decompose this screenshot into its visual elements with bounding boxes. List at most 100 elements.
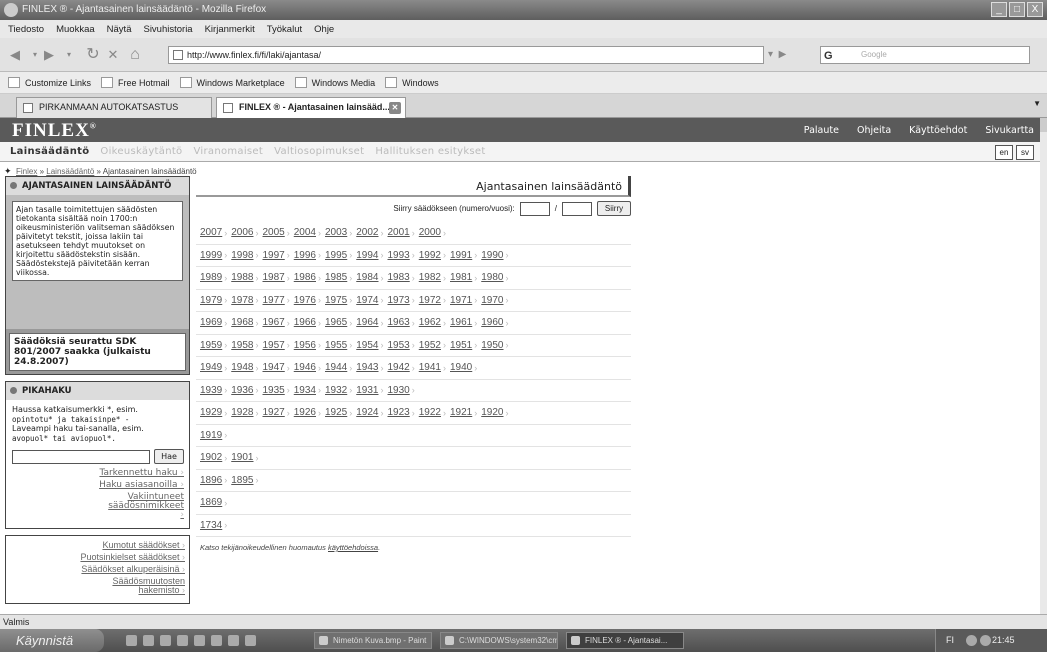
year-link[interactable]: 1932 — [325, 385, 347, 396]
year-link[interactable]: 2003 — [325, 227, 347, 238]
year-link[interactable]: 1988 — [231, 272, 253, 283]
year-link[interactable]: 1929 — [200, 407, 222, 418]
menu-muokkaa[interactable]: Muokkaa — [56, 24, 95, 35]
stop-icon[interactable]: ✕ — [104, 47, 122, 63]
year-link[interactable]: 1992 — [419, 250, 441, 261]
year-link[interactable]: 1966 — [294, 317, 316, 328]
year-link[interactable]: 1983 — [388, 272, 410, 283]
page-scrollbar[interactable] — [1040, 118, 1047, 614]
year-link[interactable]: 1734 — [200, 520, 222, 531]
year-link[interactable]: 1976 — [294, 295, 316, 306]
search-input[interactable]: G Google — [820, 46, 1030, 64]
nav-lainsaadanto[interactable]: Lainsäädäntö — [10, 146, 89, 157]
goto-number-input[interactable] — [519, 201, 550, 216]
quicklaunch-icon[interactable] — [126, 635, 137, 646]
year-link[interactable]: 1956 — [294, 340, 316, 351]
year-link[interactable]: 1984 — [356, 272, 378, 283]
year-link[interactable]: 1998 — [231, 250, 253, 261]
reload-icon[interactable]: ↻ — [84, 47, 102, 63]
year-link[interactable]: 1923 — [388, 407, 410, 418]
year-link[interactable]: 1946 — [294, 362, 316, 373]
quicklaunch-icon[interactable] — [143, 635, 154, 646]
year-link[interactable]: 1943 — [356, 362, 378, 373]
link-kumotut[interactable]: Kumotut säädökset — [10, 541, 185, 550]
year-link[interactable]: 1922 — [419, 407, 441, 418]
nav-oikeuskaytanto[interactable]: Oikeuskäytäntö — [100, 146, 182, 157]
year-link[interactable]: 2000 — [419, 227, 441, 238]
year-link[interactable]: 1990 — [481, 250, 503, 261]
quicklaunch-icon[interactable] — [160, 635, 171, 646]
year-link[interactable]: 1959 — [200, 340, 222, 351]
quicklaunch-icon[interactable] — [245, 635, 256, 646]
tab-pirkanmaan[interactable]: PIRKANMAAN AUTOKATSASTUS — [16, 97, 212, 118]
year-link[interactable]: 1986 — [294, 272, 316, 283]
lang-sv-button[interactable]: sv — [1016, 145, 1034, 160]
year-link[interactable]: 1950 — [481, 340, 503, 351]
lang-en-button[interactable]: en — [995, 145, 1013, 160]
year-link[interactable]: 1948 — [231, 362, 253, 373]
bookmark-windows-marketplace[interactable]: Windows Marketplace — [180, 77, 285, 88]
taskbar-paint[interactable]: Nimetön Kuva.bmp - Paint — [314, 632, 432, 649]
year-link[interactable]: 1953 — [388, 340, 410, 351]
link-vakiintuneet[interactable]: Vakiintuneet säädösnimikkeet — [12, 493, 184, 520]
year-link[interactable]: 2004 — [294, 227, 316, 238]
home-icon[interactable]: ⌂ — [126, 47, 144, 63]
menu-tiedosto[interactable]: Tiedosto — [8, 24, 44, 35]
year-link[interactable]: 1965 — [325, 317, 347, 328]
quicklaunch-icon[interactable] — [177, 635, 188, 646]
network-icon[interactable] — [980, 635, 991, 646]
bookmark-customize-links[interactable]: Customize Links — [8, 77, 91, 88]
link-ohjeita[interactable]: Ohjeita — [857, 125, 891, 136]
year-link[interactable]: 1895 — [231, 475, 253, 486]
menu-nayta[interactable]: Näytä — [107, 24, 132, 35]
link-kayttoehdot[interactable]: Käyttöehdot — [909, 125, 967, 136]
year-link[interactable]: 1972 — [419, 295, 441, 306]
year-link[interactable]: 1981 — [450, 272, 472, 283]
quick-search-input[interactable] — [12, 449, 150, 464]
menu-kirjanmerkit[interactable]: Kirjanmerkit — [205, 24, 255, 35]
year-link[interactable]: 1963 — [388, 317, 410, 328]
start-button[interactable]: Käynnistä — [0, 629, 104, 652]
quick-search-button[interactable]: Hae — [154, 449, 184, 464]
year-link[interactable]: 1954 — [356, 340, 378, 351]
breadcrumb-lainsaadanto[interactable]: Lainsäädäntö — [46, 167, 94, 176]
link-palaute[interactable]: Palaute — [804, 125, 839, 136]
year-link[interactable]: 1951 — [450, 340, 472, 351]
forward-dropdown-icon[interactable]: ▾ — [60, 47, 78, 63]
year-link[interactable]: 1968 — [231, 317, 253, 328]
quicklaunch-icon[interactable] — [211, 635, 222, 646]
year-link[interactable]: 1971 — [450, 295, 472, 306]
link-haku-asiasanoilla[interactable]: Haku asiasanoilla — [12, 481, 184, 490]
year-link[interactable]: 1942 — [388, 362, 410, 373]
year-link[interactable]: 1960 — [481, 317, 503, 328]
taskbar-cmd[interactable]: C:\WINDOWS\system32\cmd.exe — [440, 632, 558, 649]
year-link[interactable]: 1896 — [200, 475, 222, 486]
year-link[interactable]: 1957 — [263, 340, 285, 351]
year-link[interactable]: 1979 — [200, 295, 222, 306]
finlex-logo[interactable]: FINLEX® — [12, 120, 97, 142]
tab-close-icon[interactable]: ✕ — [389, 102, 401, 114]
google-icon[interactable]: G — [824, 48, 833, 64]
scrollbar-thumb[interactable] — [1040, 118, 1047, 132]
year-link[interactable]: 1939 — [200, 385, 222, 396]
link-tarkennettu-haku[interactable]: Tarkennettu haku — [12, 469, 184, 478]
nav-viranomaiset[interactable]: Viranomaiset — [193, 146, 263, 157]
year-link[interactable]: 1975 — [325, 295, 347, 306]
year-link[interactable]: 2002 — [356, 227, 378, 238]
close-button[interactable]: X — [1027, 2, 1043, 17]
year-link[interactable]: 1934 — [294, 385, 316, 396]
year-link[interactable]: 1921 — [450, 407, 472, 418]
year-link[interactable]: 1999 — [200, 250, 222, 261]
year-link[interactable]: 1967 — [263, 317, 285, 328]
bookmark-free-hotmail[interactable]: Free Hotmail — [101, 77, 170, 88]
year-link[interactable]: 2005 — [263, 227, 285, 238]
year-link[interactable]: 1993 — [388, 250, 410, 261]
menu-ohje[interactable]: Ohje — [314, 24, 334, 35]
link-sivukartta[interactable]: Sivukartta — [985, 125, 1034, 136]
year-link[interactable]: 1985 — [325, 272, 347, 283]
year-link[interactable]: 1925 — [325, 407, 347, 418]
nav-valtiosopimukset[interactable]: Valtiosopimukset — [274, 146, 364, 157]
year-link[interactable]: 1989 — [200, 272, 222, 283]
year-link[interactable]: 1944 — [325, 362, 347, 373]
year-link[interactable]: 1973 — [388, 295, 410, 306]
